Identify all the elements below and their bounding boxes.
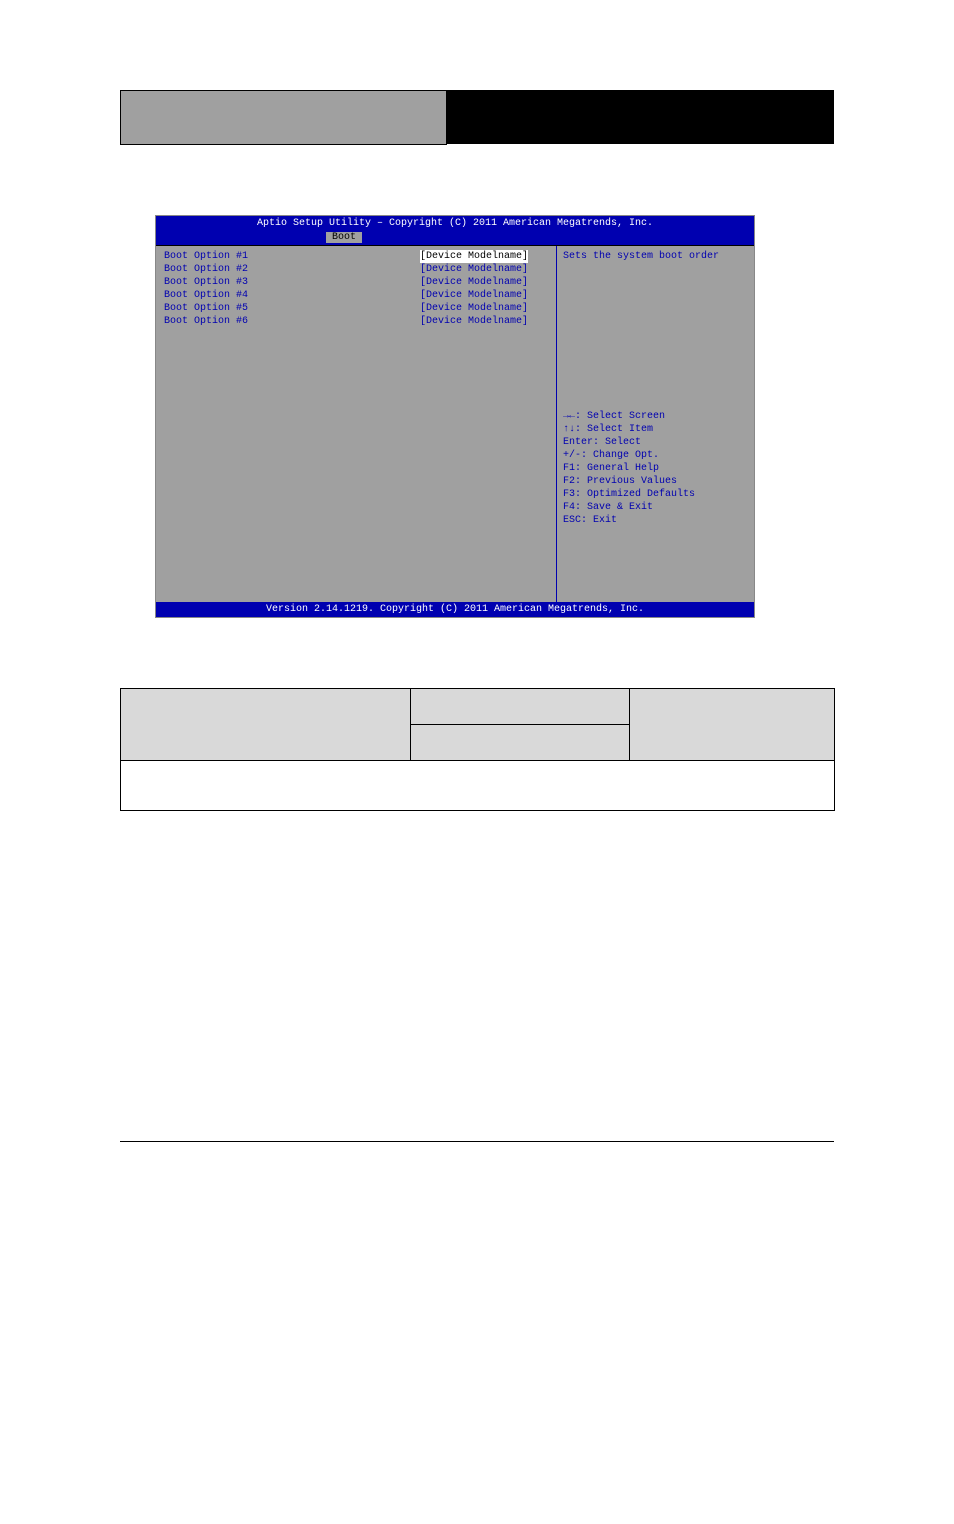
bios-nav-item: F3: Optimized Defaults bbox=[563, 488, 748, 501]
bios-nav-item: ESC: Exit bbox=[563, 514, 748, 527]
boot-option-label: Boot Option #6 bbox=[164, 315, 248, 328]
boot-option-value: [Device Modelname] bbox=[420, 263, 528, 276]
boot-option-value: [Device Modelname] bbox=[420, 315, 528, 328]
boot-option-row: Boot Option #3 [Device Modelname] bbox=[164, 276, 548, 289]
boot-option-value: [Device Modelname] bbox=[420, 250, 528, 263]
boot-option-label: Boot Option #4 bbox=[164, 289, 248, 302]
bios-footer: Version 2.14.1219. Copyright (C) 2011 Am… bbox=[156, 602, 754, 617]
boot-option-row: Boot Option #1 [Device Modelname] bbox=[164, 250, 548, 263]
bios-nav-item: ↑↓: Select Item bbox=[563, 423, 748, 436]
boot-option-row: Boot Option #6 [Device Modelname] bbox=[164, 315, 548, 328]
bios-active-tab: Boot bbox=[326, 232, 362, 243]
options-summary-table bbox=[120, 688, 835, 811]
bios-right-pane: Sets the system boot order →←: Select Sc… bbox=[556, 246, 754, 602]
boot-option-row: Boot Option #2 [Device Modelname] bbox=[164, 263, 548, 276]
boot-option-label: Boot Option #1 bbox=[164, 250, 248, 263]
boot-option-row: Boot Option #5 [Device Modelname] bbox=[164, 302, 548, 315]
bios-screenshot: Aptio Setup Utility – Copyright (C) 2011… bbox=[155, 215, 834, 618]
boot-option-label: Boot Option #5 bbox=[164, 302, 248, 315]
boot-option-value: [Device Modelname] bbox=[420, 302, 528, 315]
bios-title: Aptio Setup Utility – Copyright (C) 2011… bbox=[156, 216, 754, 231]
bios-nav-item: Enter: Select bbox=[563, 436, 748, 449]
bios-nav-item: F4: Save & Exit bbox=[563, 501, 748, 514]
banner-left bbox=[120, 90, 447, 145]
boot-option-row: Boot Option #4 [Device Modelname] bbox=[164, 289, 548, 302]
boot-option-label: Boot Option #3 bbox=[164, 276, 248, 289]
bios-nav-item: →←: Select Screen bbox=[563, 410, 748, 423]
bios-help-text: Sets the system boot order bbox=[563, 250, 748, 410]
bios-nav-item: F1: General Help bbox=[563, 462, 748, 475]
table-cell bbox=[630, 689, 835, 761]
table-cell bbox=[410, 725, 630, 761]
banner-right bbox=[447, 90, 834, 145]
bios-left-pane: Boot Option #1 [Device Modelname] Boot O… bbox=[156, 246, 556, 602]
bios-nav-item: F2: Previous Values bbox=[563, 475, 748, 488]
boot-option-value: [Device Modelname] bbox=[420, 276, 528, 289]
table-cell bbox=[121, 761, 835, 811]
table-cell bbox=[121, 689, 411, 761]
bios-nav-item: +/-: Change Opt. bbox=[563, 449, 748, 462]
boot-option-label: Boot Option #2 bbox=[164, 263, 248, 276]
table-cell bbox=[410, 689, 630, 725]
boot-option-value: [Device Modelname] bbox=[420, 289, 528, 302]
bios-tab-bar: Boot bbox=[156, 231, 754, 245]
header-banner bbox=[120, 90, 834, 145]
footer-rule bbox=[120, 1141, 834, 1142]
